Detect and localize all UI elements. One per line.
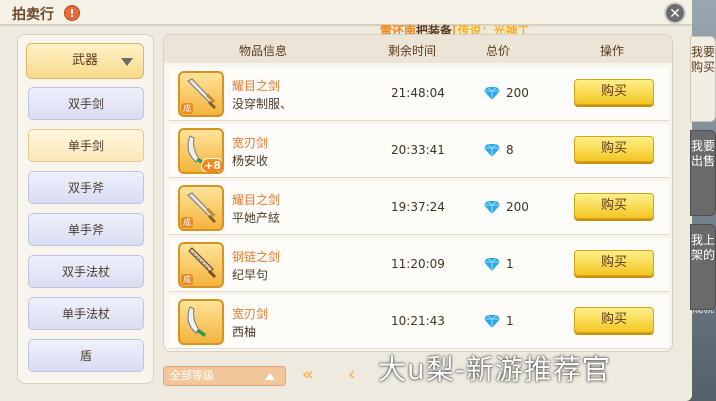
seller-name: 没穿制服、 — [232, 97, 293, 111]
tab-sell[interactable]: 我要出售 — [690, 130, 716, 216]
prev-page-icon[interactable]: ‹ — [348, 364, 355, 385]
chevron-down-icon — [121, 58, 133, 66]
diamond-icon — [484, 144, 500, 157]
total-price: 200 — [506, 86, 529, 100]
broad-sword-icon[interactable]: 成 — [178, 185, 224, 231]
tab-my-listings[interactable]: 我上架的 — [690, 224, 716, 310]
table-row: 宽刃剑 西柚 10:21:43 1 购买 — [169, 295, 669, 349]
header-item-info: 物品信息 — [239, 44, 288, 58]
item-name: 钢链之剑 — [232, 250, 281, 264]
sidebar-item-one-handed-axe[interactable]: 单手斧 — [28, 213, 144, 246]
remaining-time: 11:20:09 — [391, 257, 445, 271]
table-row: 成 耀目之剑 平她产絃 19:37:24 200 购买 — [169, 181, 669, 235]
total-price: 8 — [506, 143, 514, 157]
side-tabs: 我要购买 我要出售 我上架的 — [690, 36, 716, 366]
header-total-price: 总价 — [486, 44, 511, 58]
sidebar-item-one-handed-staff[interactable]: 单手法杖 — [28, 297, 144, 330]
item-name: 耀目之剑 — [232, 193, 281, 207]
item-name: 耀目之剑 — [232, 79, 281, 93]
table-row: 成 钢链之剑 纪早句 11:20:09 1 购买 — [169, 238, 669, 292]
header-remaining-time: 剩余时间 — [388, 44, 437, 58]
buy-button[interactable]: 购买 — [574, 250, 654, 276]
sidebar-item-one-handed-sword[interactable]: 单手剑 — [28, 129, 144, 162]
total-price: 1 — [506, 257, 514, 271]
help-icon[interactable]: ! — [64, 5, 80, 21]
sidebar-item-shield[interactable]: 盾 — [28, 339, 144, 372]
buy-button[interactable]: 购买 — [574, 307, 654, 333]
seller-name: 纪早句 — [232, 268, 269, 282]
diamond-icon — [484, 258, 500, 271]
table-row: 成 耀目之剑 没穿制服、 21:48:04 200 购买 — [169, 67, 669, 121]
buy-button[interactable]: 购买 — [574, 136, 654, 162]
listing-table: 物品信息 剩余时间 总价 操作 成 耀目之剑 没穿制服、 21:48:04 20… — [163, 34, 673, 352]
remaining-time: 20:33:41 — [391, 143, 445, 157]
category-dropdown[interactable]: 武器 — [26, 43, 144, 79]
seller-name: 杨安收 — [232, 154, 269, 168]
category-sidebar: 武器 双手剑 单手剑 双手斧 单手斧 双手法杖 单手法杖 盾 — [17, 34, 154, 384]
chain-sword-icon[interactable]: 成 — [178, 242, 224, 288]
scimitar-icon[interactable]: +8 — [178, 128, 224, 174]
tab-buy[interactable]: 我要购买 — [690, 36, 716, 122]
sidebar-item-two-handed-staff[interactable]: 双手法杖 — [28, 255, 144, 288]
header-action: 操作 — [600, 44, 625, 58]
total-price: 200 — [506, 200, 529, 214]
diamond-icon — [484, 315, 500, 328]
scimitar-icon[interactable] — [178, 299, 224, 345]
sidebar-item-two-handed-axe[interactable]: 双手斧 — [28, 171, 144, 204]
grade-filter-dropdown[interactable]: 全部等级 — [163, 366, 286, 386]
watermark-text: 大u梨-新游推荐官 — [378, 353, 611, 386]
remaining-time: 10:21:43 — [391, 314, 445, 328]
diamond-icon — [484, 87, 500, 100]
title-bar: 拍卖行 ! ✕ — [0, 0, 692, 26]
seller-name: 西柚 — [232, 325, 257, 339]
diamond-icon — [484, 201, 500, 214]
window-title: 拍卖行 — [12, 7, 54, 23]
category-dropdown-label: 武器 — [71, 53, 98, 68]
item-name: 宽刃剑 — [232, 136, 269, 150]
buy-button[interactable]: 购买 — [574, 79, 654, 105]
item-badge: 成 — [181, 103, 193, 114]
broad-sword-icon[interactable]: 成 — [178, 71, 224, 117]
seller-name: 平她产絃 — [232, 211, 281, 225]
grade-filter-label: 全部等级 — [170, 369, 214, 382]
buy-button[interactable]: 购买 — [574, 193, 654, 219]
chevron-up-icon — [265, 373, 275, 380]
table-header: 物品信息 剩余时间 总价 操作 — [164, 35, 672, 63]
close-button[interactable]: ✕ — [664, 2, 686, 24]
remaining-time: 21:48:04 — [391, 86, 445, 100]
enhance-level-badge: +8 — [201, 158, 222, 172]
item-badge: 成 — [181, 274, 193, 285]
item-badge: 成 — [181, 217, 193, 228]
remaining-time: 19:37:24 — [391, 200, 445, 214]
sidebar-item-two-handed-sword[interactable]: 双手剑 — [28, 87, 144, 120]
table-row: +8 宽刃剑 杨安收 20:33:41 8 购买 — [169, 124, 669, 178]
total-price: 1 — [506, 314, 514, 328]
first-page-icon[interactable]: « — [302, 364, 314, 385]
auction-house-panel: 拍卖行 ! ✕ 雷还南把装备[传说：光神工 武器 双手剑 单手剑 双手斧 单手斧… — [0, 0, 692, 401]
item-name: 宽刃剑 — [232, 307, 269, 321]
